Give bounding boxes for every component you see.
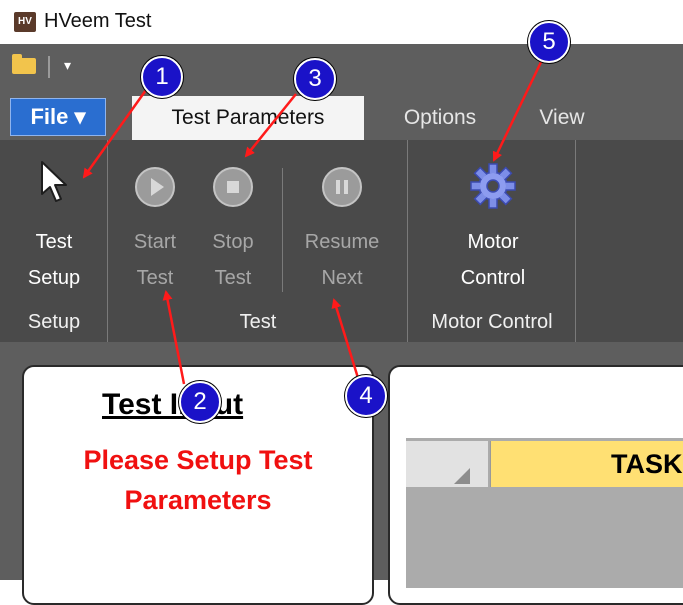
start-test-label-line1: Start xyxy=(133,231,177,253)
callout-1: 1 xyxy=(141,56,183,98)
tab-view[interactable]: View xyxy=(522,96,602,140)
group-label-test: Test xyxy=(239,311,277,333)
setup-message-line2: Parameters xyxy=(124,485,272,515)
motor-control-button[interactable]: Motor Control xyxy=(420,150,566,300)
group-label-setup: Setup xyxy=(27,311,81,333)
pause-icon xyxy=(322,167,362,207)
callout-5: 5 xyxy=(528,21,570,63)
callout-3: 3 xyxy=(294,58,336,100)
start-test-label-line2: Test xyxy=(136,267,174,289)
play-icon xyxy=(135,167,175,207)
test-setup-label-line2: Setup xyxy=(27,267,81,289)
stop-test-label-line1: Stop xyxy=(212,231,254,253)
file-menu-button[interactable]: File ▾ xyxy=(10,98,106,136)
grid-select-all-cell[interactable] xyxy=(406,441,488,487)
test-setup-label-line1: Test xyxy=(35,231,73,253)
tab-options[interactable]: Options xyxy=(388,96,492,140)
stop-test-button[interactable]: Stop Test xyxy=(198,150,268,300)
test-input-title: Test Input xyxy=(102,388,244,421)
resume-next-label-line1: Resume xyxy=(304,231,380,253)
arrow-cursor-icon xyxy=(41,161,67,202)
group-label-motor-control: Motor Control xyxy=(431,311,553,333)
resume-next-label-line2: Next xyxy=(321,267,363,289)
toolbar-separator xyxy=(48,56,50,78)
tab-test-parameters[interactable]: Test Parameters xyxy=(132,96,364,140)
ribbon-separator xyxy=(282,168,283,292)
open-folder-icon[interactable] xyxy=(12,54,36,74)
motor-control-label-line2: Control xyxy=(460,267,526,289)
test-setup-button[interactable]: Test Setup xyxy=(10,150,98,300)
start-test-button[interactable]: Start Test xyxy=(122,150,188,300)
quick-access-toolbar xyxy=(0,44,683,94)
setup-message-line1: Please Setup Test xyxy=(83,445,313,475)
callout-2: 2 xyxy=(179,381,221,423)
stop-icon xyxy=(213,167,253,207)
grid-column-header-label: TASK xyxy=(611,449,683,479)
motor-control-label-line1: Motor xyxy=(467,231,519,253)
callout-4: 4 xyxy=(345,375,387,417)
grid-corner-triangle-icon xyxy=(454,468,470,484)
stop-test-label-line2: Test xyxy=(214,267,252,289)
customize-dropdown-icon[interactable]: ▾ xyxy=(64,58,71,72)
window-title: HVeem Test xyxy=(44,10,152,32)
app-icon: HV xyxy=(14,12,36,32)
setup-message: Please Setup Test Parameters xyxy=(30,440,366,520)
gear-icon xyxy=(470,163,516,209)
resume-next-button[interactable]: Resume Next xyxy=(290,150,394,300)
